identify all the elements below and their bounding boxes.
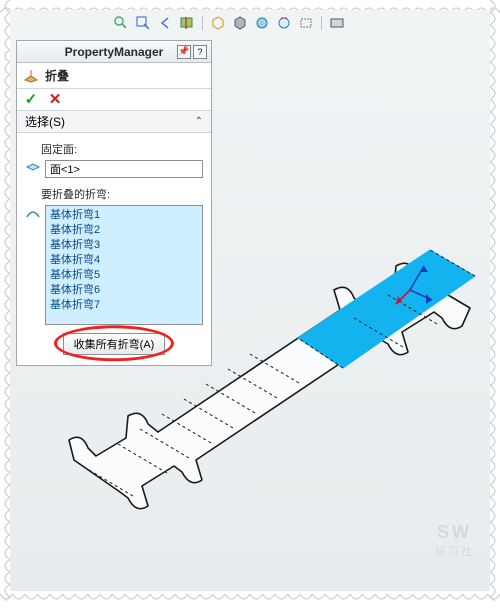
help-icon[interactable]: ? — [193, 45, 207, 59]
bends-label: 要折叠的折弯: — [41, 186, 203, 202]
list-item[interactable]: 基体折弯7 — [50, 298, 198, 313]
section-header-selection[interactable]: 选择(S) ⌃ — [17, 111, 211, 133]
section-title: 选择(S) — [25, 113, 65, 130]
fixed-face-input[interactable] — [45, 160, 203, 178]
fold-feature-icon — [23, 68, 39, 84]
list-item[interactable]: 基体折弯1 — [50, 208, 198, 223]
list-item[interactable]: 基体折弯5 — [50, 268, 198, 283]
confirm-row: ✓ ✕ — [17, 89, 211, 111]
collect-all-bends-button[interactable]: 收集所有折弯(A) — [63, 333, 166, 355]
collapse-caret-icon: ⌃ — [195, 116, 203, 127]
pm-title: PropertyManager — [65, 45, 164, 59]
bends-listbox[interactable]: 基体折弯1 基体折弯2 基体折弯3 基体折弯4 基体折弯5 基体折弯6 基体折弯… — [45, 205, 203, 325]
pm-titlebar: PropertyManager 📌 ? — [17, 41, 211, 63]
pin-icon[interactable]: 📌 — [177, 45, 191, 59]
list-item[interactable]: 基体折弯3 — [50, 238, 198, 253]
property-manager-panel: PropertyManager 📌 ? 折叠 ✓ ✕ 选择(S) ⌃ — [16, 40, 212, 366]
watermark: SW 研习社 — [435, 522, 474, 559]
fixed-face-label: 固定面: — [41, 141, 203, 157]
feature-row: 折叠 — [17, 63, 211, 89]
list-item[interactable]: 基体折弯4 — [50, 253, 198, 268]
ok-button[interactable]: ✓ — [23, 92, 39, 108]
feature-name: 折叠 — [45, 67, 69, 84]
cancel-button[interactable]: ✕ — [47, 92, 63, 108]
list-item[interactable]: 基体折弯6 — [50, 283, 198, 298]
face-select-icon — [25, 161, 41, 177]
bend-select-icon — [25, 205, 41, 221]
list-item[interactable]: 基体折弯2 — [50, 223, 198, 238]
